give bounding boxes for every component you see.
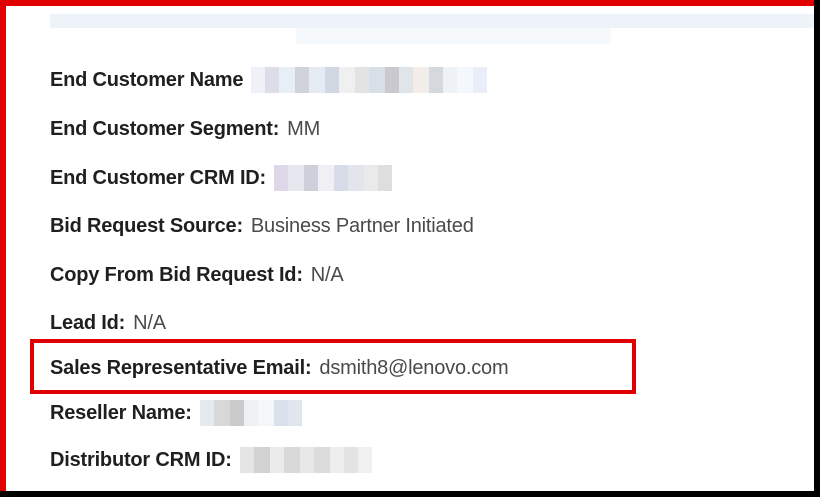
field-value: N/A <box>133 311 166 334</box>
field-label: End Customer Name <box>50 68 244 91</box>
field-reseller-name: Reseller Name : <box>50 399 302 427</box>
frame-edge-right <box>814 0 820 497</box>
field-colon: : <box>259 166 267 189</box>
field-colon: : <box>118 311 126 334</box>
highlight-box <box>30 339 636 394</box>
field-value: N/A <box>310 263 344 286</box>
field-value: MM <box>287 117 321 140</box>
redacted-value <box>199 400 302 426</box>
screenshot-frame: End Customer Name End Customer Segment :… <box>0 0 820 497</box>
field-label: Distributor CRM ID <box>50 448 226 471</box>
redacted-value <box>251 67 488 93</box>
field-value: Business Partner Initiated <box>250 214 474 237</box>
field-end-customer-crm-id: End Customer CRM ID : <box>50 164 393 192</box>
redacted-value <box>274 165 393 191</box>
field-label: Lead Id <box>50 311 119 334</box>
field-colon: : <box>185 401 192 424</box>
field-colon: : <box>296 263 303 286</box>
field-label: End Customer CRM ID <box>50 166 260 189</box>
top-section-band-inner <box>296 28 611 44</box>
field-bid-request-source: Bid Request Source : Business Partner In… <box>50 212 474 240</box>
frame-edge-bottom <box>0 491 820 497</box>
field-label: Reseller Name <box>50 401 186 424</box>
field-distributor-crm-id: Distributor CRM ID : <box>50 446 372 474</box>
field-colon: : <box>225 448 232 471</box>
field-lead-id: Lead Id : N/A <box>50 309 166 337</box>
field-colon: : <box>236 214 243 237</box>
redacted-value <box>239 447 372 473</box>
field-colon: : <box>272 117 280 140</box>
field-copy-from-bid-request-id: Copy From Bid Request Id : N/A <box>50 261 344 289</box>
field-label: Copy From Bid Request Id <box>50 263 297 286</box>
field-label: Bid Request Source <box>50 214 237 237</box>
top-section-band <box>50 14 820 28</box>
field-label: End Customer Segment <box>50 117 273 140</box>
field-end-customer-name: End Customer Name <box>50 66 488 94</box>
field-end-customer-segment: End Customer Segment : MM <box>50 115 320 143</box>
